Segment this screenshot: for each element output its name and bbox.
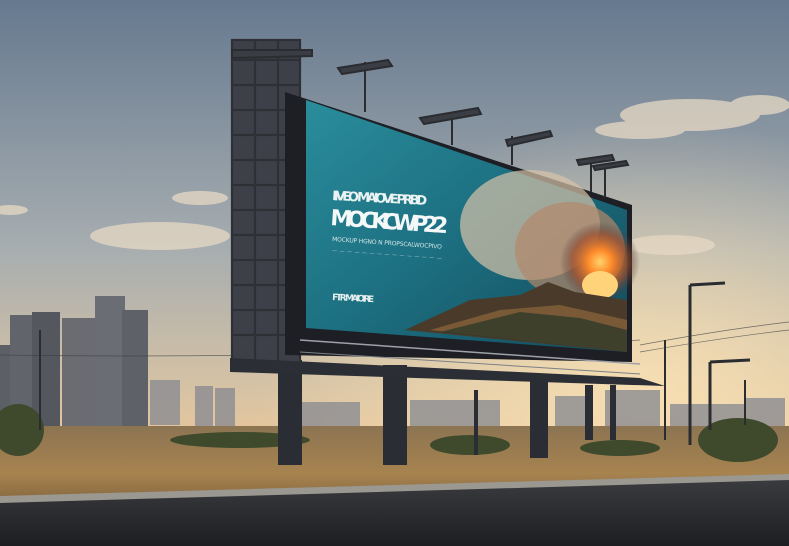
billboard-scene: IIVEO MAIOVE PRBD MOCKCWP22 MOCKUP HGNO … bbox=[0, 0, 789, 546]
scene-svg: IIVEO MAIOVE PRBD MOCKCWP22 MOCKUP HGNO … bbox=[0, 0, 789, 546]
